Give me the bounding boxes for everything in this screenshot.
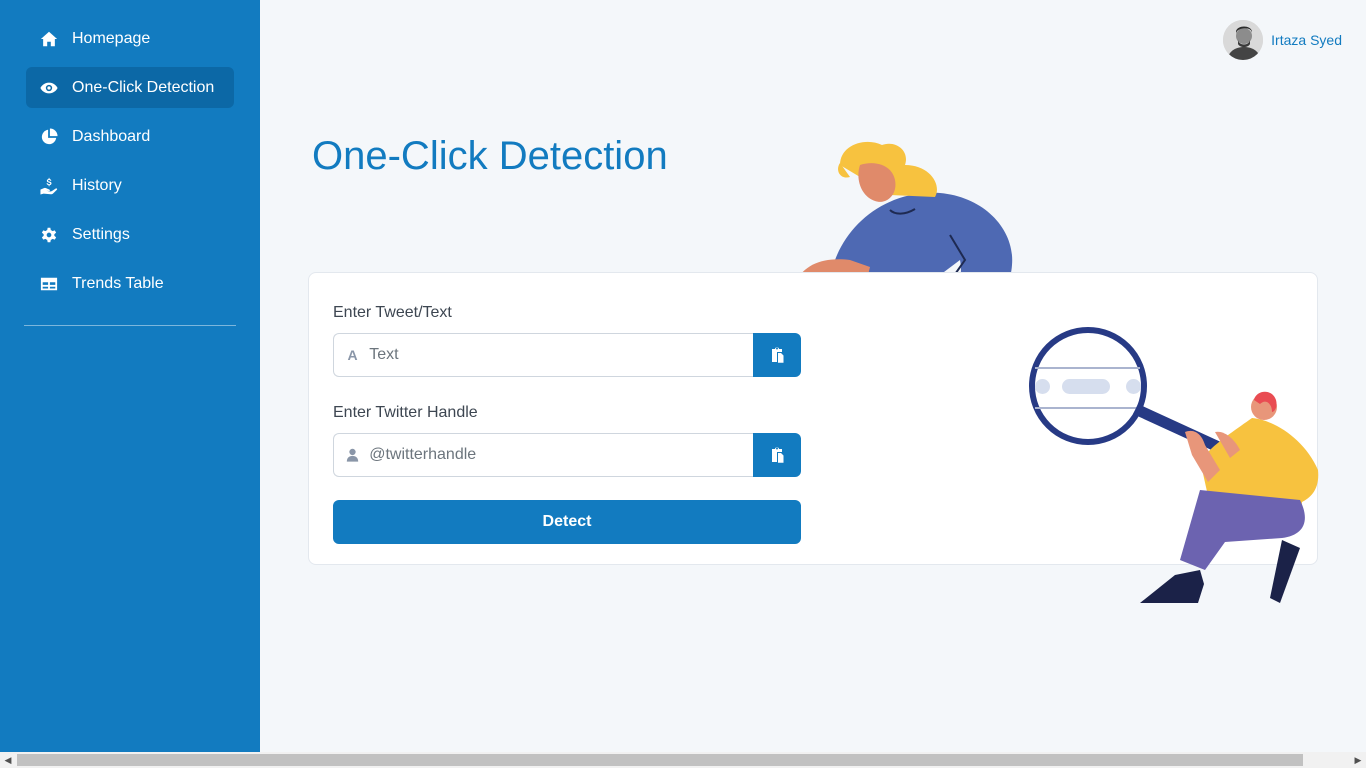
handle-input-wrap	[333, 433, 753, 477]
tweet-input-wrap: A	[333, 333, 753, 377]
sidebar-item-one-click-detection[interactable]: One-Click Detection	[26, 67, 234, 108]
sidebar-item-history[interactable]: History	[26, 165, 234, 206]
pie-chart-icon	[40, 127, 58, 146]
scroll-right-arrow-icon[interactable]: ▶	[1350, 752, 1366, 768]
user-icon	[346, 448, 359, 462]
tweet-input[interactable]	[369, 346, 753, 364]
sidebar-item-label: Homepage	[72, 29, 151, 47]
avatar[interactable]	[1223, 20, 1264, 60]
sidebar: Homepage One-Click Detection Dashboard H…	[0, 0, 260, 752]
sidebar-item-settings[interactable]: Settings	[26, 214, 234, 255]
tweet-input-group: A	[333, 333, 801, 377]
handle-field-label: Enter Twitter Handle	[333, 404, 478, 421]
sidebar-item-label: Dashboard	[72, 127, 151, 145]
user-menu[interactable]: Irtaza Syed	[1223, 20, 1342, 60]
home-icon	[40, 30, 58, 48]
text-font-icon: A	[347, 347, 358, 363]
paste-handle-button[interactable]	[753, 433, 801, 477]
sidebar-item-label: Trends Table	[72, 274, 164, 292]
paste-icon	[772, 447, 784, 463]
detection-form-card: Enter Tweet/Text A Enter Twitter Handle …	[308, 272, 1318, 565]
handle-input-group	[333, 433, 801, 477]
table-icon	[40, 275, 58, 293]
gear-icon	[40, 226, 58, 244]
hand-dollar-icon	[40, 177, 58, 195]
eye-icon	[40, 79, 58, 97]
sidebar-nav: Homepage One-Click Detection Dashboard H…	[0, 0, 260, 304]
user-name[interactable]: Irtaza Syed	[1271, 32, 1342, 48]
sidebar-item-label: One-Click Detection	[72, 78, 215, 96]
sidebar-item-homepage[interactable]: Homepage	[26, 18, 234, 59]
sidebar-item-label: Settings	[72, 225, 130, 243]
page-title: One-Click Detection	[312, 134, 668, 178]
paste-tweet-button[interactable]	[753, 333, 801, 377]
sidebar-item-label: History	[72, 176, 122, 194]
horizontal-scrollbar[interactable]: ◀ ▶	[0, 752, 1366, 768]
sidebar-divider	[24, 325, 236, 326]
handle-input[interactable]	[369, 446, 753, 464]
scrollbar-thumb[interactable]	[17, 754, 1303, 766]
tweet-field-label: Enter Tweet/Text	[333, 304, 452, 321]
paste-icon	[772, 347, 784, 363]
scroll-left-arrow-icon[interactable]: ◀	[0, 752, 16, 768]
sidebar-item-trends-table[interactable]: Trends Table	[26, 263, 234, 304]
sidebar-item-dashboard[interactable]: Dashboard	[26, 116, 234, 157]
detect-button[interactable]: Detect	[333, 500, 801, 544]
